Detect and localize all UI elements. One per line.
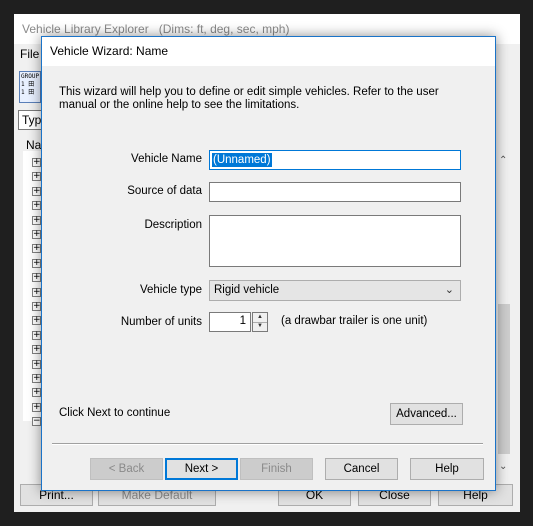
plus-box-icon[interactable]: + (32, 345, 41, 355)
plus-box-icon[interactable]: + (32, 230, 41, 239)
background-type-combo-value: Typ (22, 113, 42, 127)
dialog-title: Vehicle Wizard: Name (50, 44, 169, 58)
plus-box-icon[interactable]: + (32, 330, 41, 340)
scroll-down-icon[interactable]: ⌄ (499, 461, 507, 472)
chevron-down-icon: ⌄ (444, 284, 454, 296)
vehicle-name-label: Vehicle Name (131, 153, 202, 165)
cancel-button[interactable]: Cancel (325, 458, 398, 480)
menu-file[interactable]: File (20, 47, 39, 61)
number-of-units-input[interactable]: 1 (209, 312, 251, 332)
advanced-button[interactable]: Advanced... (390, 403, 463, 425)
plus-box-icon[interactable]: + (32, 201, 41, 211)
units-spinner[interactable]: ▲ ▼ (252, 312, 268, 332)
help-button[interactable]: Help (410, 458, 484, 480)
vehicle-name-input[interactable]: (Unnamed) (209, 150, 461, 170)
description-textarea[interactable] (209, 215, 461, 267)
vehicle-name-selected-text: (Unnamed) (212, 153, 272, 167)
minus-box-icon[interactable]: − (32, 417, 41, 427)
plus-box-icon[interactable]: + (32, 374, 41, 383)
dialog-separator (52, 443, 483, 445)
vehicle-type-value: Rigid vehicle (214, 284, 280, 296)
plus-box-icon[interactable]: + (32, 186, 41, 196)
description-label: Description (144, 219, 202, 231)
back-button[interactable]: < Back (90, 458, 163, 480)
finish-button[interactable]: Finish (240, 458, 313, 480)
units-note: (a drawbar trailer is one unit) (281, 315, 428, 327)
wizard-intro-text: This wizard will help you to define or e… (59, 86, 439, 111)
scroll-up-icon[interactable]: ⌃ (499, 155, 507, 166)
plus-box-icon[interactable]: + (32, 388, 41, 398)
plus-box-icon[interactable]: + (32, 158, 41, 167)
vehicle-type-select[interactable]: Rigid vehicle ⌄ (209, 280, 461, 301)
plus-box-icon[interactable]: + (32, 402, 41, 412)
number-of-units-label: Number of units (120, 316, 202, 328)
number-of-units-value: 1 (239, 315, 246, 327)
background-window-title: Vehicle Library Explorer (Dims: ft, deg,… (22, 22, 290, 36)
plus-box-icon[interactable]: + (32, 359, 41, 369)
source-of-data-label: Source of data (127, 185, 202, 197)
plus-box-icon[interactable]: + (32, 302, 41, 311)
vehicle-type-label: Vehicle type (139, 284, 202, 296)
plus-box-icon[interactable]: + (32, 273, 41, 283)
source-of-data-input[interactable] (209, 182, 461, 202)
group-toolbar-icon[interactable]: GROUP 1 田 1 田 (19, 71, 41, 103)
plus-box-icon[interactable]: + (32, 215, 41, 225)
tree-scrollbar-thumb[interactable] (498, 304, 510, 454)
plus-box-icon[interactable]: + (32, 244, 41, 254)
plus-box-icon[interactable]: + (32, 287, 41, 297)
plus-box-icon[interactable]: + (32, 316, 41, 326)
next-button[interactable]: Next > (165, 458, 238, 480)
arrow-down-icon[interactable]: ▼ (253, 322, 267, 331)
tree-column-header: Na (26, 138, 42, 152)
plus-box-icon[interactable]: + (32, 172, 41, 182)
plus-box-icon[interactable]: + (32, 258, 41, 268)
click-next-hint: Click Next to continue (59, 407, 171, 419)
